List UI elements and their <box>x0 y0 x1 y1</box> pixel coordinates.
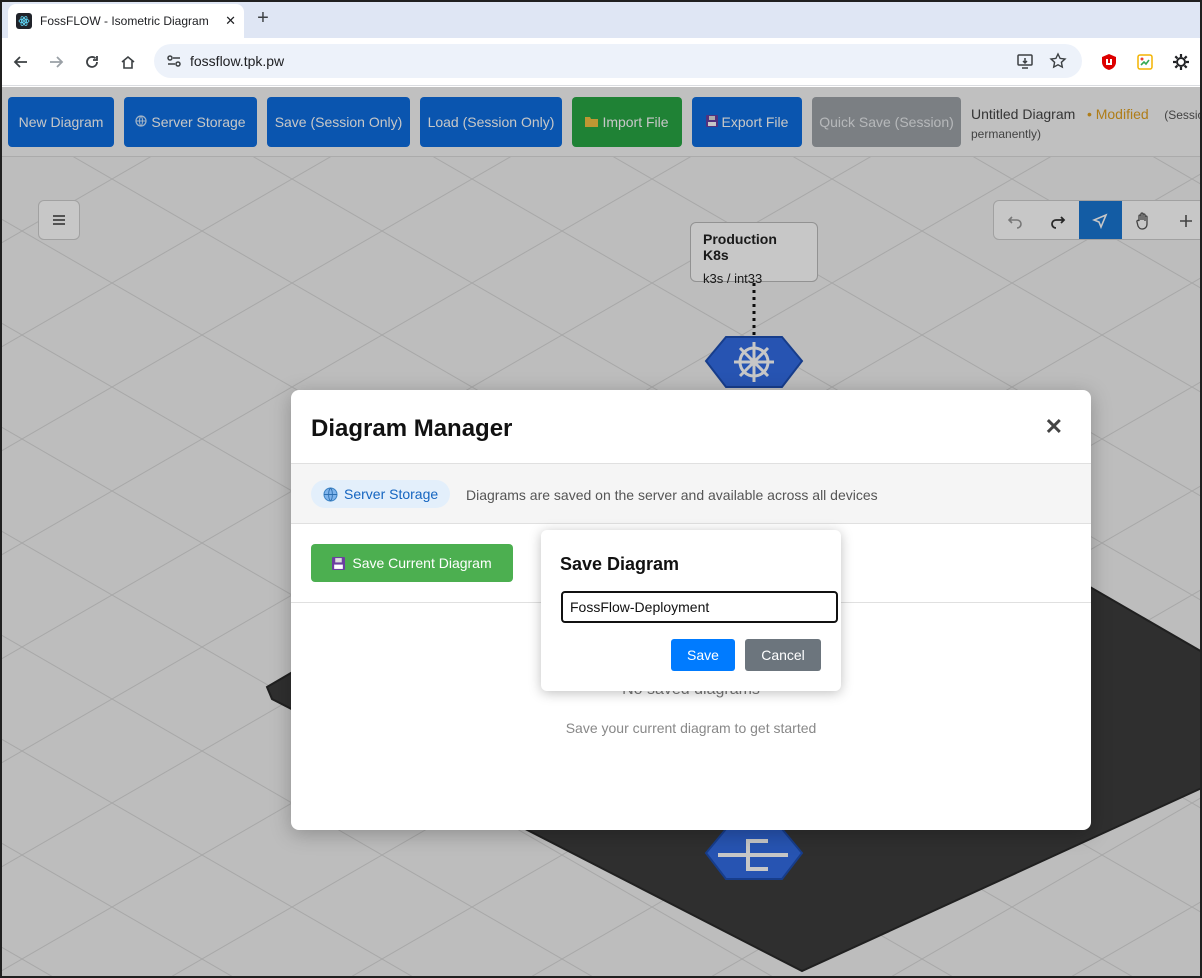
folder-icon <box>585 114 599 130</box>
new-diagram-button[interactable]: New Diagram <box>8 97 114 147</box>
home-icon[interactable] <box>117 51 139 73</box>
modified-indicator: • Modified <box>1086 106 1149 122</box>
color-extension-icon[interactable] <box>1136 53 1154 71</box>
storage-info-bar: Server Storage Diagrams are saved on the… <box>291 464 1091 524</box>
cancel-button[interactable]: Cancel <box>745 639 821 671</box>
address-bar[interactable]: fossflow.tpk.pw <box>154 44 1082 78</box>
storage-description: Diagrams are saved on the server and ava… <box>466 487 878 503</box>
storage-label: Server Storage <box>344 486 439 502</box>
load-session-button[interactable]: Load (Session Only) <box>420 97 562 147</box>
save-button[interactable]: Save <box>671 639 735 671</box>
bookmark-star-icon[interactable] <box>1049 52 1067 75</box>
export-file-button[interactable]: Export File <box>692 97 802 147</box>
session-note: (Session <box>1164 108 1200 122</box>
ublock-extension-icon[interactable] <box>1100 53 1118 71</box>
server-storage-label: Server Storage <box>151 114 246 130</box>
new-tab-button[interactable]: + <box>252 8 274 30</box>
save-session-button[interactable]: Save (Session Only) <box>267 97 410 147</box>
diagram-name-input[interactable] <box>561 591 838 623</box>
reload-icon[interactable] <box>81 51 103 73</box>
empty-state-subtitle: Save your current diagram to get started <box>565 720 817 736</box>
server-storage-button[interactable]: Server Storage <box>124 97 257 147</box>
save-current-label: Save Current Diagram <box>352 555 492 571</box>
react-icon <box>16 13 32 29</box>
diagram-title: Untitled Diagram <box>971 106 1076 122</box>
quick-save-button[interactable]: Quick Save (Session) <box>812 97 961 147</box>
save-current-diagram-button[interactable]: Save Current Diagram <box>311 544 513 582</box>
export-file-label: Export File <box>721 114 789 130</box>
forward-arrow-icon[interactable] <box>45 51 67 73</box>
browser-toolbar: fossflow.tpk.pw <box>2 38 1200 86</box>
tab-close-icon[interactable]: ✕ <box>225 13 236 29</box>
server-storage-badge: Server Storage <box>311 480 451 508</box>
tab-strip: FossFLOW - Isometric Diagram ✕ + <box>2 2 1200 38</box>
save-diagram-dialog: Save Diagram Save Cancel <box>541 530 841 691</box>
import-file-button[interactable]: Import File <box>572 97 682 147</box>
floppy-icon <box>332 556 346 570</box>
globe-icon <box>323 487 338 501</box>
tab-title: FossFLOW - Isometric Diagram <box>40 14 208 28</box>
fossflow-app: Production K8s k3s / int33 New Diagram S… <box>2 87 1200 976</box>
modal-header: Diagram Manager ✕ <box>291 390 1091 464</box>
settings-gear-icon[interactable] <box>1172 53 1190 71</box>
back-arrow-icon[interactable] <box>10 51 32 73</box>
browser-window: FossFLOW - Isometric Diagram ✕ + fossflo… <box>0 0 1202 978</box>
url-text[interactable]: fossflow.tpk.pw <box>190 53 284 69</box>
save-dialog-title: Save Diagram <box>560 554 680 574</box>
floppy-icon <box>705 114 718 130</box>
install-app-icon[interactable] <box>1016 52 1034 75</box>
app-toolbar: New Diagram Server Storage Save (Session… <box>2 87 1200 157</box>
import-file-label: Import File <box>602 114 669 130</box>
close-icon[interactable]: ✕ <box>1045 414 1063 440</box>
session-note-continued: permanently) <box>971 127 1042 141</box>
site-settings-icon[interactable] <box>166 53 182 74</box>
globe-icon <box>135 114 148 130</box>
modal-title: Diagram Manager <box>311 415 513 442</box>
browser-tab[interactable]: FossFLOW - Isometric Diagram ✕ <box>8 4 244 38</box>
diagram-status: Untitled Diagram • Modified (Session <box>971 106 1200 122</box>
